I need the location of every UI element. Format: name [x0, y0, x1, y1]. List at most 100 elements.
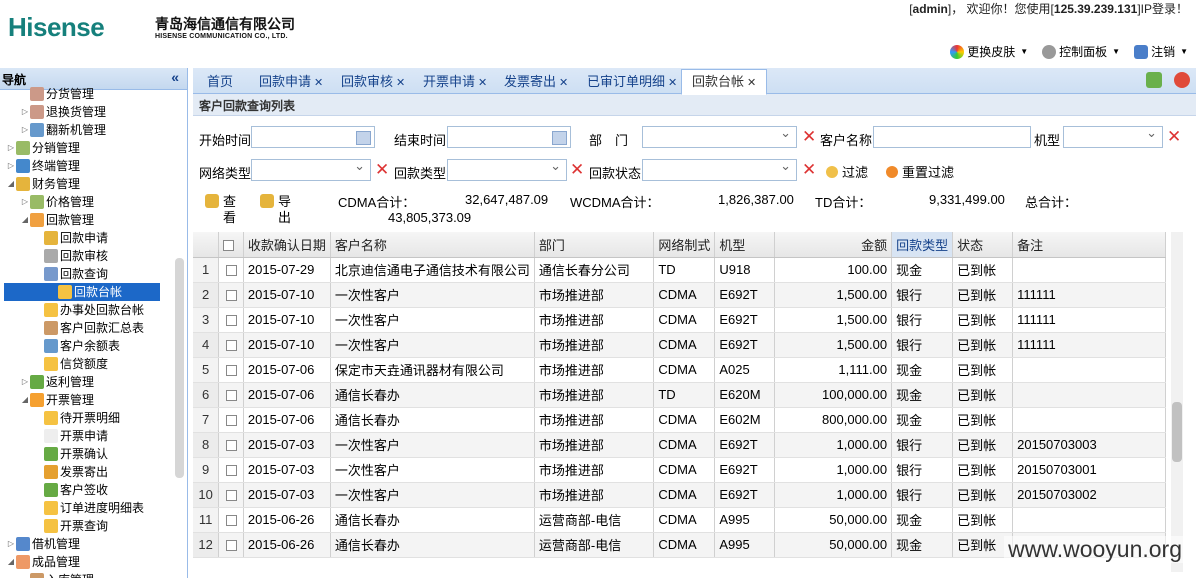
nav-item-11[interactable]: 回款台帐 — [4, 283, 160, 301]
column-header[interactable]: 备注 — [1012, 232, 1166, 258]
row-checkbox[interactable] — [225, 515, 237, 527]
column-header[interactable]: 收款确认日期 — [243, 232, 331, 258]
checkbox-cell[interactable] — [218, 482, 244, 508]
nav-item-4[interactable]: ▷ 终端管理 — [6, 157, 80, 175]
logout-button[interactable]: 注销 ▼ — [1134, 43, 1188, 60]
nav-item-14[interactable]: 客户余额表 — [34, 337, 120, 355]
column-header[interactable]: 客户名称 — [330, 232, 535, 258]
end-time-input[interactable] — [447, 126, 571, 148]
nav-item-7[interactable]: ◢ 回款管理 — [20, 211, 94, 229]
row-checkbox[interactable] — [225, 415, 237, 427]
tab-5[interactable]: 已审订单明细 ✕ — [587, 70, 677, 94]
collapse-icon[interactable]: « — [171, 69, 179, 85]
checkbox-cell[interactable] — [218, 257, 244, 283]
table-row[interactable]: 5 2015-07-06 保定市天垚通讯器材有限公司 市场推进部 CDMA A025 1,1… — [193, 357, 1166, 383]
nav-item-0[interactable]: 分货管理 — [20, 85, 94, 103]
nav-item-17[interactable]: ◢ 开票管理 — [20, 391, 94, 409]
row-checkbox[interactable] — [225, 315, 237, 327]
row-checkbox[interactable] — [225, 390, 237, 402]
close-tab-icon[interactable]: ✕ — [747, 77, 756, 89]
table-row[interactable]: 6 2015-07-06 通信长春办 市场推进部 TD E620M 100,000.00 现金… — [193, 382, 1166, 408]
checkbox-cell[interactable] — [218, 407, 244, 433]
tab-0[interactable]: 首页 — [207, 70, 233, 94]
start-time-input[interactable] — [251, 126, 375, 148]
status-select[interactable] — [642, 158, 797, 181]
nav-item-5[interactable]: ◢ 财务管理 — [6, 175, 80, 193]
close-tab-icon[interactable]: ✕ — [668, 77, 677, 89]
row-checkbox[interactable] — [225, 490, 237, 502]
nav-item-25[interactable]: ▷ 借机管理 — [6, 535, 80, 553]
table-row[interactable]: 4 2015-07-10 一次性客户 市场推进部 CDMA E692T 1,500.00 银行… — [193, 332, 1166, 358]
tree-toggle-icon[interactable]: ▷ — [20, 193, 30, 211]
clear-dept-icon[interactable]: ✕ — [802, 128, 816, 145]
tab-6[interactable]: 回款台帐 ✕ — [681, 69, 768, 95]
nav-item-9[interactable]: 回款审核 — [34, 247, 108, 265]
tab-1[interactable]: 回款申请 ✕ — [259, 70, 323, 94]
pay-type-select[interactable] — [447, 158, 567, 181]
checkbox-cell[interactable] — [218, 382, 244, 408]
tree-toggle-icon[interactable]: ▷ — [6, 139, 16, 157]
row-checkbox[interactable] — [225, 340, 237, 352]
checkbox-cell[interactable] — [218, 282, 244, 308]
tree-toggle-icon[interactable]: ◢ — [20, 211, 30, 229]
nav-item-27[interactable]: 入库管理 — [20, 571, 94, 578]
tree-toggle-icon[interactable]: ▷ — [20, 121, 30, 139]
nav-item-10[interactable]: 回款查询 — [34, 265, 108, 283]
table-scrollbar[interactable] — [1171, 232, 1183, 572]
column-header[interactable]: 网络制式 — [653, 232, 716, 258]
nav-item-24[interactable]: 开票查询 — [34, 517, 108, 535]
row-checkbox[interactable] — [225, 440, 237, 452]
tree-toggle-icon[interactable]: ◢ — [6, 175, 16, 193]
tree-toggle-icon[interactable]: ▷ — [20, 373, 30, 391]
nav-item-6[interactable]: ▷ 价格管理 — [20, 193, 94, 211]
checkbox-cell[interactable] — [218, 357, 244, 383]
row-checkbox[interactable] — [225, 290, 237, 302]
nav-scrollbar[interactable] — [175, 258, 184, 478]
model-select[interactable] — [1063, 125, 1163, 148]
reset-filter-button[interactable]: 重置过滤 — [886, 162, 954, 181]
dept-select[interactable] — [642, 125, 797, 148]
tree-toggle-icon[interactable]: ▷ — [20, 103, 30, 121]
checkbox-cell[interactable] — [218, 432, 244, 458]
table-row[interactable]: 1 2015-07-29 北京迪信通电子通信技术有限公司 通信长春分公司 TD U918 1… — [193, 257, 1166, 283]
checkbox-cell[interactable] — [218, 307, 244, 333]
checkbox-cell[interactable] — [218, 532, 244, 558]
table-row[interactable]: 8 2015-07-03 一次性客户 市场推进部 CDMA E692T 1,000.00 银行… — [193, 432, 1166, 458]
close-all-icon[interactable] — [1174, 72, 1190, 88]
row-checkbox[interactable] — [225, 465, 237, 477]
table-row[interactable]: 7 2015-07-06 通信长春办 市场推进部 CDMA E602M 800,000.00… — [193, 407, 1166, 433]
nav-item-19[interactable]: 开票申请 — [34, 427, 108, 445]
column-header[interactable]: 金额 — [774, 232, 893, 258]
checkbox-cell[interactable] — [218, 332, 244, 358]
tab-2[interactable]: 回款审核 ✕ — [341, 70, 405, 94]
clear-pay-type-icon[interactable]: ✕ — [570, 161, 584, 178]
row-checkbox[interactable] — [225, 365, 237, 377]
checkbox-cell[interactable] — [218, 457, 244, 483]
export-button[interactable]: 导出 — [260, 194, 292, 226]
nav-item-22[interactable]: 客户签收 — [34, 481, 108, 499]
table-row[interactable]: 10 2015-07-03 一次性客户 市场推进部 CDMA E692T 1,000.00 银… — [193, 482, 1166, 508]
checkbox-cell[interactable] — [218, 507, 244, 533]
customer-input[interactable] — [873, 126, 1031, 148]
nav-item-2[interactable]: ▷ 翻新机管理 — [20, 121, 106, 139]
row-checkbox[interactable] — [225, 265, 237, 277]
nav-item-23[interactable]: 订单进度明细表 — [34, 499, 144, 517]
close-tab-icon[interactable]: ✕ — [559, 77, 568, 89]
nav-item-26[interactable]: ◢ 成品管理 — [6, 553, 80, 571]
close-tab-icon[interactable]: ✕ — [396, 77, 405, 89]
table-row[interactable]: 2 2015-07-10 一次性客户 市场推进部 CDMA E692T 1,500.00 银行… — [193, 282, 1166, 308]
column-header[interactable]: 机型 — [714, 232, 775, 258]
table-row[interactable]: 3 2015-07-10 一次性客户 市场推进部 CDMA E692T 1,500.00 银行… — [193, 307, 1166, 333]
clear-status-icon[interactable]: ✕ — [802, 161, 816, 178]
column-header[interactable]: 部门 — [534, 232, 655, 258]
close-tab-icon[interactable]: ✕ — [478, 77, 487, 89]
nav-item-20[interactable]: 开票确认 — [34, 445, 108, 463]
clear-model-icon[interactable]: ✕ — [1167, 128, 1181, 145]
table-row[interactable]: 11 2015-06-26 通信长春办 运营商部-电信 CDMA A995 50,000.0… — [193, 507, 1166, 533]
nav-item-15[interactable]: 信贷额度 — [34, 355, 108, 373]
nav-item-18[interactable]: 待开票明细 — [34, 409, 120, 427]
nav-item-3[interactable]: ▷ 分销管理 — [6, 139, 80, 157]
nav-item-1[interactable]: ▷ 退换货管理 — [20, 103, 106, 121]
nav-item-21[interactable]: 发票寄出 — [34, 463, 108, 481]
control-panel-button[interactable]: 控制面板 ▼ — [1042, 43, 1120, 60]
